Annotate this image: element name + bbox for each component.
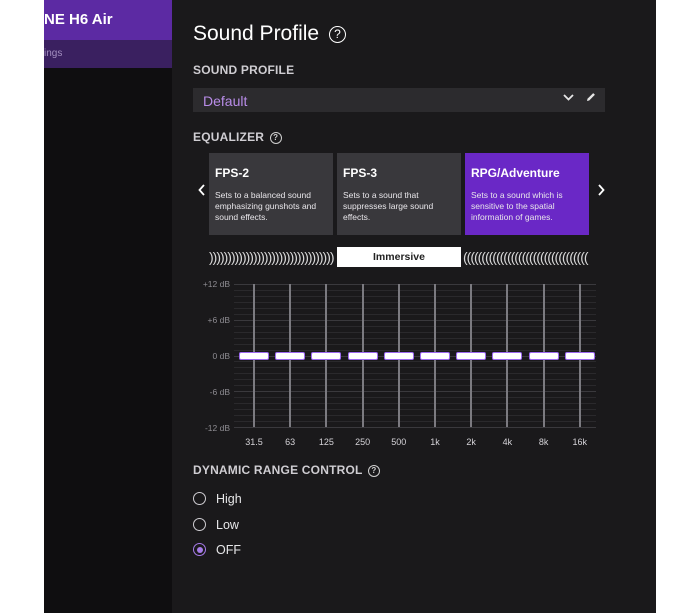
- preset-card[interactable]: FPS-2 Sets to a balanced sound emphasizi…: [209, 153, 333, 235]
- radio-label: Low: [216, 518, 239, 532]
- freq-label: 2k: [466, 437, 476, 447]
- sound-profile-select[interactable]: Default: [193, 88, 605, 112]
- preset-card[interactable]: FPS-3 Sets to a sound that suppresses la…: [337, 153, 461, 235]
- surround-bar: )))))))))))))))))))))))))))))))))) Immer…: [209, 246, 589, 268]
- freq-label: 1k: [430, 437, 440, 447]
- db-label: -6 dB: [209, 387, 230, 397]
- db-label: +6 dB: [207, 315, 230, 325]
- radio-label: OFF: [216, 543, 241, 557]
- help-icon[interactable]: ?: [328, 25, 346, 43]
- drc-label-row: DYNAMIC RANGE CONTROL ?: [193, 463, 380, 477]
- eq-slider-knob[interactable]: [421, 352, 449, 359]
- eq-slider-knob[interactable]: [276, 352, 305, 359]
- preset-next-button[interactable]: [596, 183, 606, 202]
- page-title: Sound Profile: [193, 22, 320, 45]
- radio-button-checked[interactable]: [193, 543, 206, 556]
- radio-button[interactable]: [193, 518, 206, 531]
- page-title-row: Sound Profile ?: [193, 22, 346, 46]
- freq-label: 63: [285, 437, 296, 447]
- freq-label: 125: [318, 437, 334, 447]
- db-label: 0 dB: [212, 351, 231, 361]
- eq-slider-knob[interactable]: [457, 352, 486, 359]
- eq-slider-knob[interactable]: [348, 352, 377, 359]
- device-name: NE H6 Air: [44, 11, 113, 28]
- preset-prev-button[interactable]: [197, 183, 207, 202]
- radio-label: High: [216, 492, 242, 506]
- device-tab[interactable]: NE H6 Air ings: [44, 0, 172, 68]
- app-window: NE H6 Air ings Sound Profile ? SOUND PRO…: [44, 0, 656, 613]
- db-label: +12 dB: [202, 279, 230, 289]
- sound-profile-label: SOUND PROFILE: [193, 63, 295, 77]
- eq-slider-knob[interactable]: [312, 352, 341, 359]
- sound-wave-icon: )))))))))))))))))))))))))))))))))): [209, 249, 335, 265]
- sound-profile-value: Default: [203, 93, 248, 109]
- surround-mode-label[interactable]: Immersive: [337, 247, 461, 267]
- chevron-down-icon[interactable]: [562, 91, 575, 107]
- preset-description: Sets to a balanced sound emphasizing gun…: [215, 190, 317, 222]
- preset-title: RPG/Adventure: [471, 166, 560, 180]
- sound-wave-icon: ((((((((((((((((((((((((((((((((((: [463, 249, 589, 265]
- preset-card-active[interactable]: RPG/Adventure Sets to a sound which is s…: [465, 153, 589, 235]
- sidebar: NE H6 Air ings: [44, 0, 172, 613]
- eq-slider-knob[interactable]: [384, 352, 413, 359]
- preset-title: FPS-2: [215, 166, 250, 180]
- equalizer-graph: +12 dB +6 dB 0 dB -6 dB -12 dB 31.5 63 125…: [172, 275, 656, 455]
- freq-label: 4k: [502, 437, 513, 447]
- eq-slider-knob[interactable]: [565, 352, 594, 359]
- drc-help-icon[interactable]: ?: [367, 464, 380, 477]
- freq-label: 8k: [538, 437, 549, 447]
- preset-title: FPS-3: [343, 166, 378, 180]
- equalizer-label: EQUALIZER: [193, 130, 265, 144]
- freq-label: 250: [355, 437, 371, 447]
- device-subtitle[interactable]: ings: [44, 48, 62, 59]
- eq-slider-knob[interactable]: [240, 352, 268, 359]
- eq-slider-knob[interactable]: [529, 352, 558, 359]
- grid-line: [234, 427, 596, 428]
- edit-icon[interactable]: [585, 91, 597, 106]
- radio-button[interactable]: [193, 492, 206, 505]
- main-panel: Sound Profile ? SOUND PROFILE Default EQ…: [172, 0, 656, 613]
- eq-slider-knob[interactable]: [493, 352, 522, 359]
- equalizer-label-row: EQUALIZER ?: [193, 130, 282, 144]
- equalizer-help-icon[interactable]: ?: [269, 131, 282, 144]
- preset-description: Sets to a sound which is sensitive to th…: [471, 190, 563, 222]
- freq-label: 16k: [572, 437, 588, 447]
- drc-label: DYNAMIC RANGE CONTROL: [193, 463, 363, 477]
- freq-label: 500: [391, 437, 407, 447]
- preset-description: Sets to a sound that suppresses large so…: [343, 190, 434, 222]
- db-label: -12 dB: [204, 423, 230, 433]
- freq-label: 31.5: [245, 437, 263, 447]
